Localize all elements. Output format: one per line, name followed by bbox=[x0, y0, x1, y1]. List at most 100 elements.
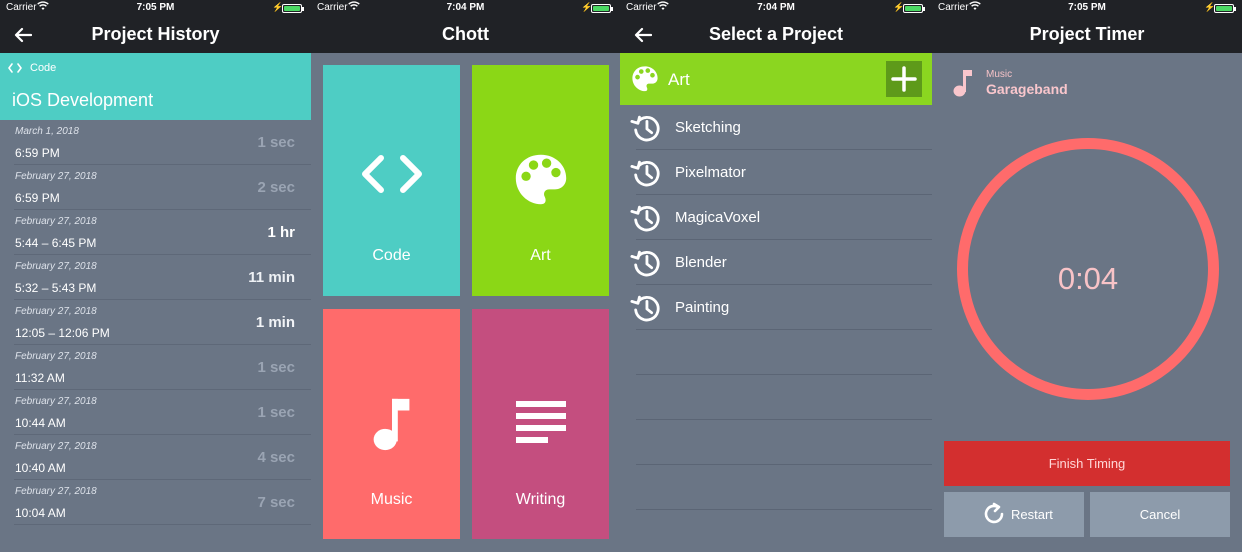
timer-screen: Carrier 7:05 PM ⚡ Project Timer Music Ga… bbox=[932, 0, 1242, 552]
project-row[interactable]: Sketching bbox=[636, 105, 932, 150]
project-name: iOS Development bbox=[12, 90, 154, 110]
entry-date: February 27, 2018 bbox=[15, 441, 97, 452]
status-bar: Carrier 7:05 PM ⚡ bbox=[0, 0, 311, 16]
history-screen: Carrier 7:05 PM ⚡ Project History Code i… bbox=[0, 0, 311, 552]
history-row[interactable]: February 27, 2018 10:04 AM 7 sec bbox=[14, 480, 311, 525]
entry-date: March 1, 2018 bbox=[15, 126, 79, 137]
entry-date: February 27, 2018 bbox=[15, 261, 97, 272]
status-time: 7:05 PM bbox=[1068, 2, 1106, 13]
tile-music[interactable]: Music bbox=[323, 309, 460, 539]
history-row[interactable]: February 27, 2018 5:32 – 5:43 PM 11 min bbox=[14, 255, 311, 300]
entry-time-range: 5:44 – 6:45 PM bbox=[15, 236, 97, 250]
tile-label: Code bbox=[372, 247, 411, 264]
restart-label: Restart bbox=[1011, 507, 1053, 522]
category-header: Art bbox=[620, 53, 932, 105]
project-name: Garageband bbox=[986, 81, 1068, 97]
timer-ring: 0:04 bbox=[957, 138, 1219, 400]
add-project-button[interactable] bbox=[886, 61, 922, 97]
restart-icon bbox=[984, 502, 1004, 524]
empty-row bbox=[636, 420, 932, 465]
entry-time-range: 5:32 – 5:43 PM bbox=[15, 281, 97, 295]
music-note-icon bbox=[323, 395, 460, 453]
history-row[interactable]: February 27, 2018 10:40 AM 4 sec bbox=[14, 435, 311, 480]
entry-duration: 1 sec bbox=[257, 404, 295, 421]
entry-time-range: 12:05 – 12:06 PM bbox=[15, 326, 110, 340]
entry-duration: 2 sec bbox=[257, 179, 295, 196]
project-row[interactable]: Blender bbox=[636, 240, 932, 285]
history-icon bbox=[630, 247, 662, 279]
history-row[interactable]: February 27, 2018 10:44 AM 1 sec bbox=[14, 390, 311, 435]
tile-code[interactable]: Code bbox=[323, 65, 460, 296]
entry-time-range: 10:44 AM bbox=[15, 416, 66, 430]
page-title: Select a Project bbox=[708, 24, 844, 44]
history-list: March 1, 2018 6:59 PM 1 sec February 27,… bbox=[0, 120, 311, 525]
category-label: Code bbox=[30, 62, 57, 74]
status-bar: Carrier 7:04 PM ⚡ bbox=[311, 0, 620, 16]
code-icon bbox=[8, 63, 22, 73]
project-list: Sketching Pixelmator MagicaVoxel Blender… bbox=[620, 105, 932, 510]
project-row[interactable]: MagicaVoxel bbox=[636, 195, 932, 240]
elapsed-time: 0:04 bbox=[1057, 261, 1119, 296]
battery-icon bbox=[1214, 4, 1236, 13]
project-name: Blender bbox=[675, 254, 727, 271]
code-icon bbox=[323, 155, 460, 193]
entry-time-range: 6:59 PM bbox=[15, 146, 60, 160]
tile-writing[interactable]: Writing bbox=[472, 309, 609, 539]
project-header: Code iOS Development bbox=[0, 53, 311, 120]
text-lines-icon bbox=[472, 401, 609, 445]
project-name: MagicaVoxel bbox=[675, 209, 761, 226]
entry-duration: 1 sec bbox=[257, 359, 295, 376]
home-screen: Carrier 7:04 PM ⚡ Chott Code Art Music W… bbox=[311, 0, 620, 552]
entry-time-range: 10:40 AM bbox=[15, 461, 66, 475]
history-row[interactable]: February 27, 2018 12:05 – 12:06 PM 1 min bbox=[14, 300, 311, 345]
nav-bar: Chott bbox=[311, 16, 620, 53]
page-title: Project Timer bbox=[1029, 24, 1145, 44]
entry-date: February 27, 2018 bbox=[15, 486, 97, 497]
page-title: Project History bbox=[91, 24, 220, 44]
entry-duration: 1 hr bbox=[267, 224, 295, 241]
project-name: Pixelmator bbox=[675, 164, 746, 181]
finish-timing-button[interactable]: Finish Timing bbox=[944, 441, 1230, 486]
tile-label: Art bbox=[530, 247, 551, 264]
app-title: Chott bbox=[442, 24, 489, 44]
palette-icon bbox=[631, 65, 659, 93]
history-icon bbox=[630, 292, 662, 324]
empty-row bbox=[636, 465, 932, 510]
history-icon bbox=[630, 202, 662, 234]
nav-bar: Select a Project bbox=[620, 16, 932, 53]
project-name: Painting bbox=[675, 299, 730, 316]
tile-art[interactable]: Art bbox=[472, 65, 609, 296]
history-row[interactable]: February 27, 2018 6:59 PM 2 sec bbox=[14, 165, 311, 210]
category-label: Music bbox=[986, 69, 1013, 80]
tile-label: Music bbox=[370, 491, 413, 508]
select-project-screen: Carrier 7:04 PM ⚡ Select a Project Art S… bbox=[620, 0, 932, 552]
palette-icon bbox=[472, 152, 609, 208]
restart-button[interactable]: Restart bbox=[944, 492, 1084, 537]
project-info: Music Garageband bbox=[932, 53, 1242, 113]
status-time: 7:04 PM bbox=[446, 2, 485, 13]
project-row[interactable]: Painting bbox=[636, 285, 932, 330]
entry-duration: 1 sec bbox=[257, 134, 295, 151]
project-row[interactable]: Pixelmator bbox=[636, 150, 932, 195]
status-bar: Carrier 7:05 PM ⚡ bbox=[932, 0, 1242, 16]
cancel-button[interactable]: Cancel bbox=[1090, 492, 1230, 537]
entry-date: February 27, 2018 bbox=[15, 396, 97, 407]
entry-date: February 27, 2018 bbox=[15, 171, 97, 182]
plus-icon bbox=[891, 66, 917, 92]
entry-time-range: 6:59 PM bbox=[15, 191, 60, 205]
tile-label: Writing bbox=[515, 491, 566, 508]
entry-duration: 11 min bbox=[248, 269, 295, 286]
entry-date: February 27, 2018 bbox=[15, 306, 97, 317]
nav-bar: Project History bbox=[0, 16, 311, 53]
music-note-icon bbox=[952, 68, 974, 98]
history-row[interactable]: March 1, 2018 6:59 PM 1 sec bbox=[14, 120, 311, 165]
category-label: Art bbox=[668, 70, 690, 89]
history-row[interactable]: February 27, 2018 5:44 – 6:45 PM 1 hr bbox=[14, 210, 311, 255]
nav-bar: Project Timer bbox=[932, 16, 1242, 53]
history-row[interactable]: February 27, 2018 11:32 AM 1 sec bbox=[14, 345, 311, 390]
entry-time-range: 10:04 AM bbox=[15, 506, 66, 520]
empty-row bbox=[636, 375, 932, 420]
status-time: 7:04 PM bbox=[757, 2, 795, 13]
battery-icon bbox=[591, 4, 613, 13]
entry-time-range: 11:32 AM bbox=[15, 371, 65, 385]
